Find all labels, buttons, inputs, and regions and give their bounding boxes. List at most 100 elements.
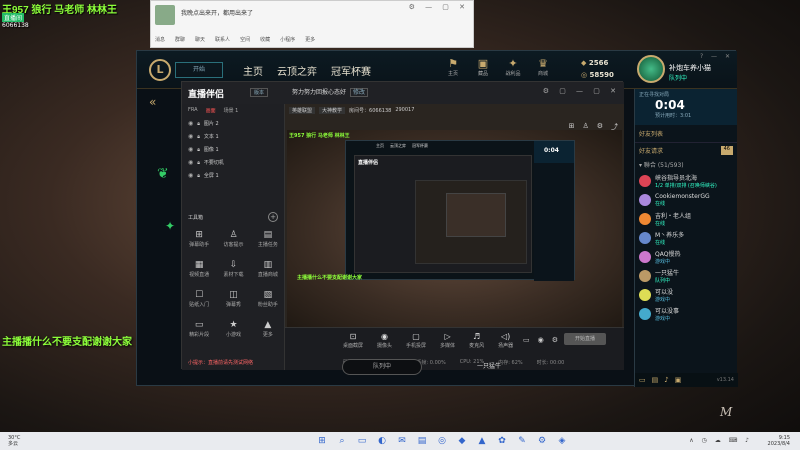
nav-tft[interactable]: 云顶之弈 bbox=[277, 63, 317, 78]
nav-clash[interactable]: 冠军杯赛 bbox=[331, 63, 371, 78]
home-icon[interactable]: ⚑ 主页 bbox=[443, 57, 463, 77]
toolbox-item[interactable]: ▲ 更多 bbox=[251, 320, 285, 346]
friend-row[interactable]: 一只猛牛 队列中 bbox=[635, 266, 737, 285]
taskbar-app-icon[interactable]: ⌕ bbox=[336, 435, 348, 447]
source-button[interactable]: ▷ 多媒体 bbox=[440, 332, 455, 349]
taskbar-app-icon[interactable]: ⊞ bbox=[316, 435, 328, 447]
queue-timer-panel[interactable]: 正在寻找对局 0:04 预计用时：3:01 bbox=[635, 89, 737, 125]
store-icon[interactable]: ♛ 商城 bbox=[533, 57, 553, 77]
source-button[interactable]: ◁) 扬声器 bbox=[498, 332, 513, 349]
record-icon[interactable]: ◉ bbox=[538, 336, 544, 344]
taskbar-app-icon[interactable]: ◈ bbox=[556, 435, 568, 447]
layer-item[interactable]: ◉ 🔒︎ 文本 1 bbox=[182, 130, 284, 143]
toolbox-item[interactable]: ▧ 粉丝助手 bbox=[251, 290, 285, 316]
eye-icon[interactable]: ◉ bbox=[188, 172, 193, 179]
add-tool-icon[interactable]: + bbox=[268, 212, 278, 222]
friend-row[interactable]: CookiemonsterGG 在线 bbox=[635, 190, 737, 209]
lol-logo[interactable]: L bbox=[149, 59, 171, 81]
toolbox-item[interactable]: ▥ 直播商城 bbox=[251, 260, 285, 286]
toolbox-item[interactable]: ▭ 精彩片段 bbox=[182, 320, 216, 346]
eye-icon[interactable]: ◉ bbox=[188, 146, 193, 153]
toolbox-item[interactable]: ⇩ 素材下载 bbox=[216, 260, 250, 286]
toolbox-item[interactable]: ☐ 贴纸入门 bbox=[182, 290, 216, 316]
friend-row[interactable]: 峡谷指导员北海 1/2 单排/双排 (召唤师峡谷) bbox=[635, 171, 737, 190]
scene-tab[interactable]: FRA bbox=[188, 107, 198, 114]
lock-icon[interactable]: 🔒︎ bbox=[197, 134, 200, 140]
eye-icon[interactable]: ◉ bbox=[188, 159, 193, 166]
chat-tab[interactable]: 消息 bbox=[155, 36, 165, 43]
chat-tab[interactable]: 小程序 bbox=[280, 36, 295, 43]
taskbar-app-icon[interactable]: ✿ bbox=[496, 435, 508, 447]
scene-tab-active[interactable]: 画面 bbox=[206, 107, 216, 114]
chat-tab[interactable]: 群聊 bbox=[175, 36, 185, 43]
eye-icon[interactable]: ◉ bbox=[188, 133, 193, 140]
toolbox-item[interactable]: ▤ 主播任务 bbox=[251, 230, 285, 256]
source-button[interactable]: ▢ 手机投屏 bbox=[406, 332, 426, 349]
chat-tab[interactable]: 空间 bbox=[240, 36, 250, 43]
source-button[interactable]: ⊡ 桌面截屏 bbox=[343, 332, 363, 349]
loot-icon[interactable]: ✦ 战利品 bbox=[503, 57, 523, 77]
toolbox-item[interactable]: ★ 小游戏 bbox=[216, 320, 250, 346]
profile-avatar[interactable] bbox=[637, 55, 665, 83]
layer-item[interactable]: ◉ 🔒︎ 图像 1 bbox=[182, 143, 284, 156]
go-live-button[interactable]: 开始直播 bbox=[564, 333, 606, 345]
version-badge[interactable]: 版本 bbox=[250, 88, 269, 97]
mission-icon[interactable]: ▣ bbox=[675, 376, 682, 384]
subcategory-pill[interactable]: 大神教学 bbox=[319, 106, 346, 114]
taskbar-app-icon[interactable]: ⚙ bbox=[536, 435, 548, 447]
lock-icon[interactable]: 🔒︎ bbox=[197, 173, 200, 179]
source-button[interactable]: ♬ 麦克风 bbox=[469, 332, 484, 349]
lock-icon[interactable]: 🔒︎ bbox=[197, 160, 200, 166]
friend-row[interactable]: QAQ慢热 游戏中 bbox=[635, 247, 737, 266]
taskbar-app-icon[interactable]: ◎ bbox=[436, 435, 448, 447]
category-pill[interactable]: 英雄联盟 bbox=[289, 106, 316, 114]
lock-icon[interactable]: 🔒︎ bbox=[197, 147, 200, 153]
lock-icon[interactable]: 🔒︎ bbox=[197, 121, 200, 127]
gear-icon[interactable]: ⚙ bbox=[552, 336, 558, 344]
taskbar-clock[interactable]: 9:15 2023/8/4 bbox=[768, 435, 790, 447]
source-button[interactable]: ◉ 摄像头 bbox=[377, 332, 392, 349]
chat-tab[interactable]: 收藏 bbox=[260, 36, 270, 43]
layer-item[interactable]: ◉ 🔒︎ 图片 2 bbox=[182, 117, 284, 130]
lol-window-controls[interactable]: ? — ✕ bbox=[700, 53, 733, 60]
weather-widget[interactable]: 30°C 多云 bbox=[8, 435, 20, 447]
streaming-window-controls[interactable]: ⚙ ▢ — ▢ ✕ bbox=[543, 87, 620, 95]
friend-requests-row[interactable]: 好友请求 46 bbox=[635, 143, 737, 158]
queue-status-button[interactable]: 队列中 bbox=[342, 359, 422, 375]
chat-bubble-icon[interactable]: ▭ bbox=[639, 376, 646, 384]
friend-group-header[interactable]: ▾ 聯合 (51/593) bbox=[635, 158, 737, 171]
nav-home[interactable]: 主页 bbox=[243, 63, 263, 78]
friend-row[interactable]: M丶养乐多 在线 bbox=[635, 228, 737, 247]
toolbox-item[interactable]: ♙ 访客提示 bbox=[216, 230, 250, 256]
back-chevron-icon[interactable]: « bbox=[149, 95, 156, 109]
taskbar-app-icon[interactable]: ✎ bbox=[516, 435, 528, 447]
collection-icon[interactable]: ▣ 藏品 bbox=[473, 57, 493, 77]
friend-row[interactable]: 可以没事 游戏中 bbox=[635, 304, 737, 323]
toolbox-item[interactable]: ⊞ 弹幕助手 bbox=[182, 230, 216, 256]
camera-icon[interactable]: ▭ bbox=[523, 336, 530, 344]
taskbar-app-icon[interactable]: ▭ bbox=[356, 435, 368, 447]
taskbar-app-icon[interactable]: ▲ bbox=[476, 435, 488, 447]
friend-row[interactable]: 可以没 游戏中 bbox=[635, 285, 737, 304]
chat-tab[interactable]: 联系人 bbox=[215, 36, 230, 43]
notes-icon[interactable]: ▤ bbox=[652, 376, 659, 384]
friend-row[interactable]: 吉利・老人组 在线 bbox=[635, 209, 737, 228]
toolbox-item[interactable]: ▦ 视频直通 bbox=[182, 260, 216, 286]
play-button[interactable]: 开始 bbox=[175, 62, 223, 78]
taskbar-app-icon[interactable]: ▤ bbox=[416, 435, 428, 447]
chat-tab[interactable]: 聊天 bbox=[195, 36, 205, 43]
chat-tab[interactable]: 更多 bbox=[305, 36, 315, 43]
taskbar-app-icon[interactable]: ◐ bbox=[376, 435, 388, 447]
eye-icon[interactable]: ◉ bbox=[188, 120, 193, 127]
taskbar-app-icon[interactable]: ◆ bbox=[456, 435, 468, 447]
layer-item[interactable]: ◉ 🔒︎ 不要切机 bbox=[182, 156, 284, 169]
system-tray[interactable]: ∧ ◷ ☁ ⌨ ♪ bbox=[689, 437, 752, 444]
edit-title-button[interactable]: 修改 bbox=[350, 88, 369, 97]
chat-window-controls[interactable]: ⚙ — ▢ ✕ bbox=[409, 3, 469, 11]
toolbox-item[interactable]: ◫ 弹幕秀 bbox=[216, 290, 250, 316]
scene-tab[interactable]: 场景 1 bbox=[224, 107, 239, 114]
chat-avatar[interactable] bbox=[155, 5, 175, 25]
layer-item[interactable]: ◉ 🔒︎ 全屏 1 bbox=[182, 169, 284, 182]
taskbar-app-icon[interactable]: ✉ bbox=[396, 435, 408, 447]
voice-icon[interactable]: ♪ bbox=[664, 376, 668, 384]
